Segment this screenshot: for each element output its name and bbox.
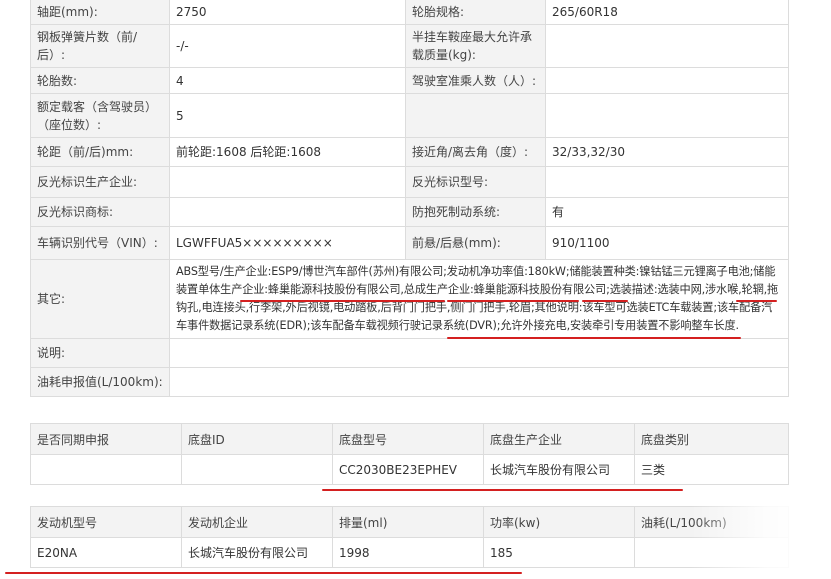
spec-row: 钢板弹簧片数（前/后）: -/- 半挂车鞍座最大允许承载质量(kg): [30, 24, 789, 68]
wheelbase-label: 轴距(mm): [30, 0, 170, 25]
saddle-load-value [545, 24, 789, 68]
abs-label: 防抱死制动系统: [405, 197, 546, 227]
underline-tow-hook [736, 300, 777, 302]
chassis-value-row: CC2030BE23EPHEV 长城汽车股份有限公司 三类 [30, 454, 789, 485]
saddle-load-label: 半挂车鞍座最大允许承载质量(kg): [405, 24, 546, 68]
spec-row: 轮胎数: 4 驾驶室准乘人数（人）: [30, 67, 789, 94]
tire-count-value: 4 [169, 67, 406, 94]
underline-battery-maker [240, 300, 445, 302]
spec-row-other: 其它: ABS型号/生产企业:ESP9/博世汽车部件(苏州)有限公司;发动机净功… [30, 259, 789, 339]
fuel-declared-label: 油耗申报值(L/100km): [30, 367, 170, 397]
vin-label: 车辆识别代号（VIN）: [30, 226, 170, 260]
spec-row: 轮距（前/后)mm: 前轮距:1608 后轮距:1608 接近角/离去角（度）:… [30, 137, 789, 167]
wheelbase-value: 2750 [169, 0, 406, 25]
underline-assembly-maker [447, 300, 579, 302]
cab-seats-label: 驾驶室准乘人数（人）: [405, 67, 546, 94]
leaf-spring-label: 钢板弹簧片数（前/后）: [30, 24, 170, 68]
spec-row: 额定载客（含驾驶员）（座位数）: 5 [30, 93, 789, 138]
rated-passengers-value: 5 [169, 93, 406, 138]
chassis-header: 是否同期申报 [30, 423, 182, 455]
chassis-table: 是否同期申报 底盘ID 底盘型号 底盘生产企业 底盘类别 CC2030BE23E… [30, 423, 789, 485]
rated-passengers-label: 额定载客（含驾驶员）（座位数）: [30, 93, 170, 138]
track-width-value: 前轮距:1608 后轮距:1608 [169, 137, 406, 167]
engine-header: 排量(ml) [332, 506, 484, 538]
empty-label [405, 93, 546, 138]
overhang-value: 910/1100 [545, 226, 789, 260]
underline-engine [5, 572, 522, 574]
reflector-model-label: 反光标识型号: [405, 166, 546, 198]
chassis-header: 底盘类别 [634, 423, 789, 455]
underline-chassis [322, 489, 683, 491]
approach-departure-value: 32/33,32/30 [545, 137, 789, 167]
chassis-header: 底盘生产企业 [483, 423, 635, 455]
approach-departure-label: 接近角/离去角（度）: [405, 137, 546, 167]
engine-maker-value: 长城汽车股份有限公司 [181, 537, 333, 568]
engine-header: 功率(kw) [483, 506, 635, 538]
spec-row: 轴距(mm): 2750 轮胎规格: 265/60R18 [30, 0, 789, 25]
chassis-header-row: 是否同期申报 底盘ID 底盘型号 底盘生产企业 底盘类别 [30, 423, 789, 455]
vin-value: LGWFFUA5××××××××× [169, 226, 406, 260]
displacement-value: 1998 [332, 537, 484, 568]
spec-row: 车辆识别代号（VIN）: LGWFFUA5××××××××× 前悬/后悬(mm)… [30, 226, 789, 260]
spec-row: 油耗申报值(L/100km): [30, 367, 789, 397]
chassis-maker-value: 长城汽车股份有限公司 [483, 454, 635, 485]
edge-fade [690, 506, 831, 572]
chassis-value [181, 454, 333, 485]
spec-row: 说明: [30, 338, 789, 368]
reflector-maker-value [169, 166, 406, 198]
power-value: 185 [483, 537, 635, 568]
other-label: 其它: [30, 259, 170, 339]
chassis-category-value: 三类 [634, 454, 789, 485]
tire-count-label: 轮胎数: [30, 67, 170, 94]
reflector-model-value [545, 166, 789, 198]
engine-header: 发动机企业 [181, 506, 333, 538]
tire-size-label: 轮胎规格: [405, 0, 546, 25]
engine-model-value: E20NA [30, 537, 182, 568]
empty-value [545, 93, 789, 138]
chassis-header: 底盘ID [181, 423, 333, 455]
engine-header-row: 发动机型号 发动机企业 排量(ml) 功率(kw) 油耗(L/100km) [30, 506, 789, 538]
abs-value: 有 [545, 197, 789, 227]
cab-seats-value [545, 67, 789, 94]
engine-table: 发动机型号 发动机企业 排量(ml) 功率(kw) 油耗(L/100km) E2… [30, 506, 789, 568]
spec-row: 反光标识商标: 防抱死制动系统: 有 [30, 197, 789, 227]
chassis-model-value: CC2030BE23EPHEV [332, 454, 484, 485]
fuel-declared-value [169, 367, 789, 397]
tire-size-value: 265/60R18 [545, 0, 789, 25]
reflector-brand-value [169, 197, 406, 227]
note-label: 说明: [30, 338, 170, 368]
chassis-value [30, 454, 182, 485]
spec-row: 反光标识生产企业: 反光标识型号: [30, 166, 789, 198]
engine-header: 发动机型号 [30, 506, 182, 538]
note-value [169, 338, 789, 368]
track-width-label: 轮距（前/后)mm: [30, 137, 170, 167]
reflector-brand-label: 反光标识商标: [30, 197, 170, 227]
engine-value-row: E20NA 长城汽车股份有限公司 1998 185 [30, 537, 789, 568]
chassis-header: 底盘型号 [332, 423, 484, 455]
underline-option-desc [582, 300, 628, 302]
overhang-label: 前悬/后悬(mm): [405, 226, 546, 260]
leaf-spring-value: -/- [169, 24, 406, 68]
other-value: ABS型号/生产企业:ESP9/博世汽车部件(苏州)有限公司;发动机净功率值:1… [169, 259, 789, 339]
reflector-maker-label: 反光标识生产企业: [30, 166, 170, 198]
underline-towing-note [447, 337, 741, 339]
